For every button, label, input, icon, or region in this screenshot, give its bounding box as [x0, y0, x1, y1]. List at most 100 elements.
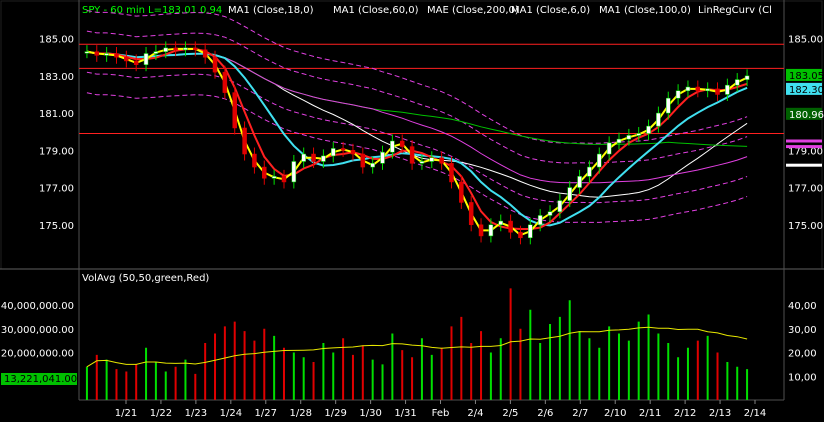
price-tick-label-right: 177.00	[788, 184, 823, 195]
price-candle-body	[557, 200, 563, 212]
price-candle-body	[242, 127, 247, 155]
chart-canvas: SPY - 60 min L=183.01 0.94 MA1 (Close,18…	[0, 0, 824, 419]
price-candle-body	[725, 84, 730, 95]
current-volume-label: 13,221,041.00	[4, 374, 77, 385]
price-candle-body	[321, 155, 326, 162]
time-tick-label: 2/7	[572, 408, 588, 419]
price-candle-body	[311, 153, 316, 162]
price-candle-body	[340, 148, 346, 151]
volume-indicator-label: VolAvg (50,50,green,Red)	[82, 273, 209, 284]
volume-tick-label-right: 40,00	[788, 301, 817, 312]
volume-bar	[243, 331, 246, 400]
price-candle-body	[577, 176, 582, 188]
moving-average-lines	[86, 47, 748, 237]
volume-bar	[549, 324, 552, 400]
price-candle-body	[114, 53, 119, 58]
price-candle-body	[587, 166, 592, 177]
volume-bar	[85, 366, 88, 400]
moving-average-line	[86, 47, 748, 237]
time-tick-label: 2/11	[639, 408, 661, 419]
price-candle-body	[715, 88, 720, 95]
volume-bar	[214, 333, 217, 400]
symbol-label: SPY - 60 min	[82, 5, 145, 16]
price-tick-label-left: 175.00	[39, 221, 74, 232]
volume-bar	[489, 352, 492, 400]
price-candle-body	[646, 125, 651, 134]
level-marker-stub	[786, 163, 822, 167]
volume-bar	[677, 357, 680, 400]
price-candle-body	[380, 151, 385, 164]
price-candle-body	[695, 86, 701, 91]
price-candle-body	[429, 157, 435, 162]
volume-bar	[154, 362, 157, 400]
volume-bar	[499, 338, 502, 400]
price-candle-body	[399, 140, 405, 147]
price-candle-body	[409, 146, 415, 164]
volume-bar	[509, 288, 512, 400]
time-tick-label: 1/29	[324, 408, 346, 419]
volume-bar	[302, 357, 305, 400]
price-candle-body	[744, 75, 750, 80]
time-tick-label: 2/6	[537, 408, 553, 419]
volume-bar	[253, 340, 256, 400]
price-candle-body	[252, 153, 257, 168]
volume-bar	[194, 373, 197, 400]
price-candle-body	[518, 231, 523, 239]
volume-bar	[657, 333, 660, 400]
price-tick-label-left: 179.00	[39, 146, 74, 157]
volume-bar	[292, 352, 295, 400]
price-candle-body	[419, 161, 425, 164]
price-candle-body	[666, 97, 671, 114]
volume-bar	[322, 343, 325, 400]
time-tick-label: 1/21	[115, 408, 137, 419]
time-tick-label: 1/22	[150, 408, 172, 419]
volume-bar	[470, 343, 473, 400]
price-candle-body	[94, 51, 100, 56]
time-tick-label: 2/5	[502, 408, 518, 419]
indicator-label: MA1 (Close,100,0)	[599, 5, 691, 16]
chart-header: SPY - 60 min L=183.01 0.94 MA1 (Close,18…	[82, 5, 772, 16]
volume-bar	[460, 316, 463, 400]
volume-bar	[706, 335, 709, 400]
moving-average-line	[86, 51, 748, 184]
price-candle-body	[301, 153, 306, 162]
price-candle-body	[222, 71, 228, 93]
volume-axis-ticks: 10,000,000.0010,0020,000,000.0020,0030,0…	[1, 301, 817, 383]
time-tick-label: 1/30	[359, 408, 381, 419]
volume-bar	[184, 359, 187, 400]
level-marker-stub	[786, 139, 822, 143]
price-candle-body	[360, 153, 366, 168]
price-candle-body	[675, 90, 681, 99]
price-candle-body	[705, 88, 710, 91]
price-candle-body	[636, 133, 641, 136]
volume-bar	[282, 347, 285, 400]
price-candle-body	[173, 47, 178, 51]
volume-bar	[726, 362, 729, 400]
time-tick-label: 1/28	[289, 408, 311, 419]
volume-bar	[420, 338, 423, 400]
volume-bar	[568, 300, 571, 400]
volume-bar	[125, 371, 128, 400]
volume-bar	[430, 354, 433, 400]
price-candle-body	[390, 140, 395, 153]
volume-bar	[115, 369, 118, 400]
price-panel-frame	[0, 0, 823, 270]
trading-chart-window: SPY - 60 min L=183.01 0.94 MA1 (Close,18…	[0, 0, 824, 422]
volume-bar	[617, 333, 620, 400]
price-tick-label-left: 177.00	[39, 184, 74, 195]
volume-bar	[273, 335, 276, 400]
volume-bar	[204, 343, 207, 400]
price-candle-body	[449, 163, 454, 183]
price-candle-body	[439, 157, 444, 164]
volume-bar	[529, 309, 532, 400]
price-value-marker-label: 182.30	[789, 85, 824, 96]
volume-bar	[696, 340, 699, 400]
time-tick-label: 2/4	[467, 408, 483, 419]
indicator-label: MA1 (Close,60,0)	[333, 5, 419, 16]
volume-bar	[164, 371, 167, 400]
volume-tick-label-left: 30,000,000.00	[1, 325, 74, 336]
volume-bar	[174, 366, 177, 400]
volume-bar	[736, 366, 739, 400]
time-tick-label: 2/12	[674, 408, 696, 419]
volume-bar	[371, 359, 374, 400]
